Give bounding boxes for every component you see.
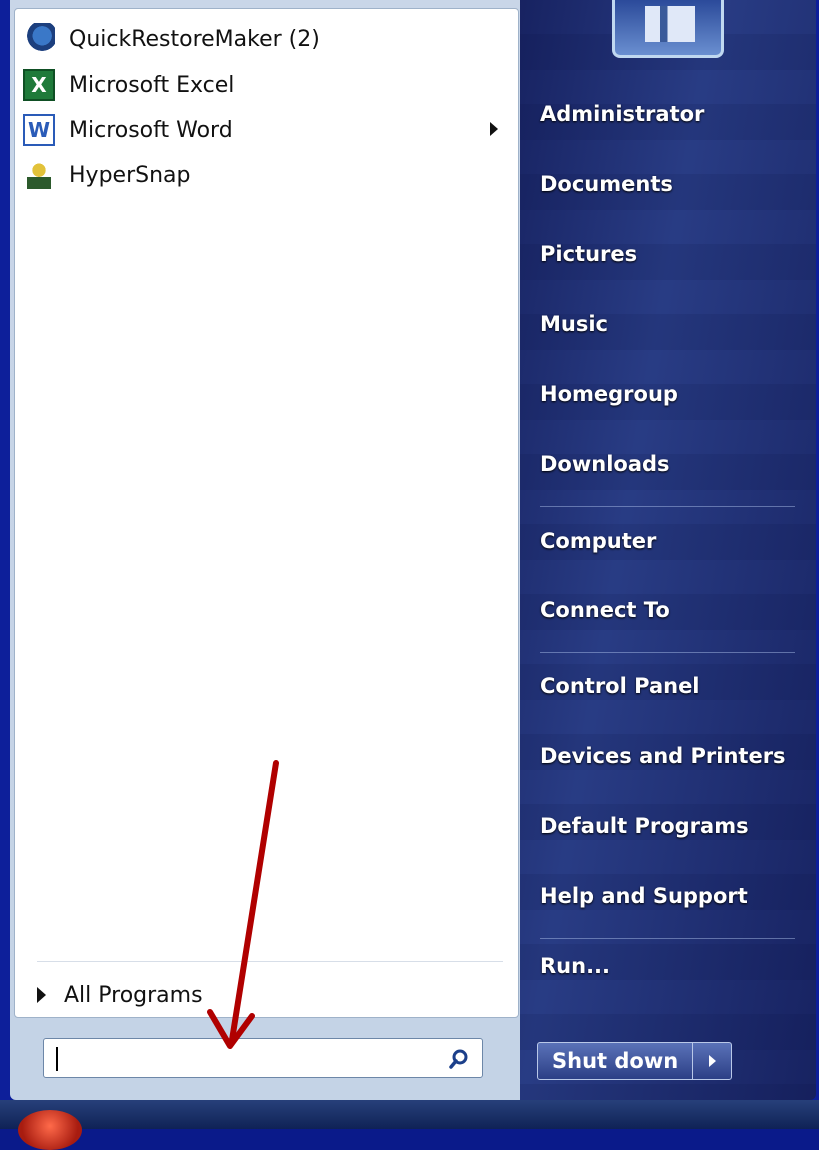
taskbar bbox=[0, 1100, 819, 1129]
hypersnap-icon bbox=[23, 159, 55, 191]
menu-item-homegroup[interactable]: Homegroup bbox=[540, 382, 678, 406]
program-label: Microsoft Word bbox=[69, 117, 233, 143]
start-button[interactable] bbox=[18, 1110, 82, 1150]
shutdown-options-button[interactable] bbox=[693, 1043, 731, 1079]
program-label: HyperSnap bbox=[69, 162, 191, 188]
submenu-arrow-icon[interactable] bbox=[490, 122, 498, 136]
menu-item-documents[interactable]: Documents bbox=[540, 172, 673, 196]
triangle-right-icon bbox=[708, 1055, 716, 1067]
menu-item-computer[interactable]: Computer bbox=[540, 529, 656, 553]
program-item-hypersnap[interactable]: HyperSnap bbox=[23, 155, 190, 195]
menu-item-devices-and-printers[interactable]: Devices and Printers bbox=[540, 744, 786, 768]
quickrestore-icon bbox=[23, 23, 55, 55]
search-icon[interactable] bbox=[448, 1048, 470, 1070]
menu-item-control-panel[interactable]: Control Panel bbox=[540, 674, 700, 698]
word-icon: W bbox=[23, 114, 55, 146]
menu-item-run[interactable]: Run... bbox=[540, 954, 610, 978]
excel-icon: X bbox=[23, 69, 55, 101]
all-programs-button[interactable]: All Programs bbox=[37, 975, 203, 1015]
user-picture[interactable] bbox=[612, 0, 724, 58]
divider bbox=[37, 961, 503, 962]
start-menu: QuickRestoreMaker (2) X Microsoft Excel … bbox=[10, 0, 816, 1100]
separator bbox=[540, 652, 795, 653]
menu-item-administrator[interactable]: Administrator bbox=[540, 102, 704, 126]
all-programs-label: All Programs bbox=[64, 982, 203, 1008]
program-label: Microsoft Excel bbox=[69, 72, 235, 98]
separator bbox=[540, 938, 795, 939]
text-caret bbox=[56, 1047, 58, 1071]
menu-item-music[interactable]: Music bbox=[540, 312, 608, 336]
menu-item-pictures[interactable]: Pictures bbox=[540, 242, 637, 266]
separator bbox=[540, 506, 795, 507]
program-label: QuickRestoreMaker (2) bbox=[69, 26, 320, 52]
menu-item-default-programs[interactable]: Default Programs bbox=[540, 814, 749, 838]
program-item-excel[interactable]: X Microsoft Excel bbox=[23, 65, 234, 105]
shutdown-button[interactable]: Shut down bbox=[538, 1043, 694, 1079]
shutdown-button-group: Shut down bbox=[537, 1042, 733, 1080]
program-item-word[interactable]: W Microsoft Word bbox=[23, 110, 510, 150]
menu-item-help-and-support[interactable]: Help and Support bbox=[540, 884, 748, 908]
search-input[interactable] bbox=[43, 1038, 483, 1078]
program-item-quickrestoremaker[interactable]: QuickRestoreMaker (2) bbox=[23, 19, 320, 59]
triangle-right-icon bbox=[37, 987, 46, 1003]
start-menu-left-pane: QuickRestoreMaker (2) X Microsoft Excel … bbox=[10, 0, 520, 1100]
menu-item-downloads[interactable]: Downloads bbox=[540, 452, 670, 476]
menu-item-connect-to[interactable]: Connect To bbox=[540, 598, 670, 622]
pinned-programs-list: QuickRestoreMaker (2) X Microsoft Excel … bbox=[14, 8, 519, 1018]
